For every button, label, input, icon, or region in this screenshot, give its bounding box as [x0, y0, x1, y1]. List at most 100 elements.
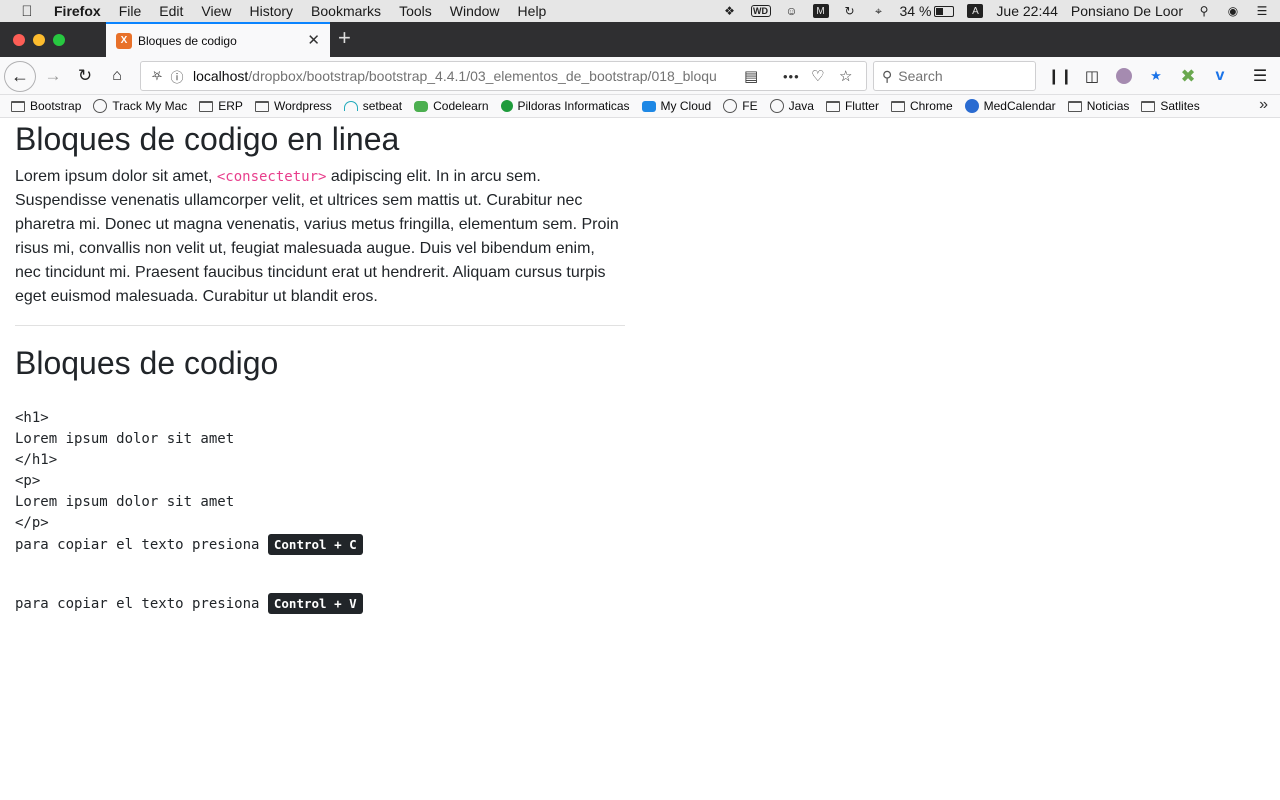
battery-percent: 34 %: [899, 3, 932, 19]
xmarks-extension-icon[interactable]: ✖: [1178, 57, 1198, 95]
back-button[interactable]: ←: [4, 61, 36, 92]
tracking-protection-icon[interactable]: ⛧: [149, 68, 165, 84]
translate-extension-icon[interactable]: ★: [1146, 57, 1166, 95]
code-line: Lorem ipsum dolor sit amet: [15, 494, 235, 510]
folder-icon: [11, 100, 25, 112]
menu-tools[interactable]: Tools: [399, 3, 432, 19]
paste-instruction: para copiar el texto presiona Control + …: [15, 593, 625, 615]
bookmark-label: MedCalendar: [983, 99, 1056, 113]
close-tab-icon[interactable]: ✕: [307, 31, 320, 49]
bookmark-flutter[interactable]: Flutter: [825, 99, 879, 113]
heading-code-blocks: Bloques de codigo: [15, 345, 279, 381]
search-input[interactable]: ⚲ Search: [873, 61, 1036, 91]
bookmark-star-icon[interactable]: ☆: [839, 62, 852, 90]
dropbox-icon[interactable]: ❖: [722, 4, 738, 18]
bookmark-wordpress[interactable]: Wordpress: [254, 99, 332, 113]
forward-button[interactable]: →: [42, 57, 64, 95]
med-icon: [964, 99, 979, 113]
pocket-icon[interactable]: ♡: [811, 62, 824, 90]
bookmark-satlites[interactable]: Satlites: [1141, 99, 1200, 113]
user-name[interactable]: Ponsiano De Loor: [1071, 3, 1183, 19]
url-bar[interactable]: ⛧ ⓘ localhost/dropbox/bootstrap/bootstra…: [140, 61, 867, 91]
close-window-button[interactable]: [13, 34, 25, 46]
divider: [15, 325, 625, 326]
bookmark-erp[interactable]: ERP: [199, 99, 243, 113]
reload-button[interactable]: ↻: [74, 57, 96, 95]
clock[interactable]: Jue 22:44: [996, 3, 1058, 19]
profile-avatar[interactable]: [1114, 57, 1134, 95]
globe-icon: [723, 99, 738, 113]
bookmarks-overflow-icon[interactable]: »: [1259, 96, 1268, 114]
minimize-window-button[interactable]: [33, 34, 45, 46]
url-text[interactable]: localhost/dropbox/bootstrap/bootstrap_4.…: [193, 68, 727, 84]
page-content: Bloques de codigo en linea Lorem ipsum d…: [15, 118, 625, 615]
wd-icon[interactable]: WD: [750, 5, 771, 17]
bookmark-chrome[interactable]: Chrome: [890, 99, 953, 113]
bookmark-my-cloud[interactable]: My Cloud: [641, 99, 712, 113]
code-line: <h1>: [15, 410, 49, 426]
bookmark-label: Pildoras Informaticas: [517, 99, 630, 113]
bookmark-java[interactable]: Java: [769, 99, 814, 113]
bookmark-label: Wordpress: [273, 99, 332, 113]
bookmark-label: Track My Mac: [112, 99, 188, 113]
menu-firefox[interactable]: Firefox: [54, 3, 101, 19]
bookmark-bootstrap[interactable]: Bootstrap: [11, 99, 81, 113]
spotlight-icon[interactable]: ⚲: [1196, 4, 1212, 18]
menu-help[interactable]: Help: [518, 3, 547, 19]
site-info-icon[interactable]: ⓘ: [169, 67, 185, 86]
code-line: </p>: [15, 515, 49, 531]
library-icon[interactable]: ❙❙: [1047, 57, 1072, 95]
menu-bookmarks[interactable]: Bookmarks: [311, 3, 381, 19]
reader-view-icon[interactable]: ▤: [744, 62, 758, 90]
gdot-icon: [500, 100, 513, 112]
bookmark-label: My Cloud: [660, 99, 712, 113]
home-button[interactable]: ⌂: [106, 57, 128, 95]
bookmark-label: Satlites: [1160, 99, 1200, 113]
bookmark-label: FE: [742, 99, 758, 113]
battery-indicator[interactable]: 34 %: [900, 3, 955, 19]
sidebar-icon[interactable]: ◫: [1082, 57, 1102, 95]
folder-icon: [1067, 100, 1082, 112]
menu-history[interactable]: History: [249, 3, 293, 19]
time-machine-icon[interactable]: ↻: [842, 4, 858, 18]
wifi-icon[interactable]: ⌖: [871, 4, 887, 18]
zoom-window-button[interactable]: [53, 34, 65, 46]
teal-icon: [343, 101, 358, 111]
folder-icon: [199, 100, 214, 112]
bookmark-label: Codelearn: [433, 99, 489, 113]
globe-icon: [93, 99, 108, 113]
menu-edit[interactable]: Edit: [159, 3, 183, 19]
notification-center-icon[interactable]: ☰: [1254, 4, 1270, 18]
m-app-icon[interactable]: M: [812, 4, 829, 18]
kbd-control-c: Control + C: [267, 534, 363, 555]
bookmark-label: Bootstrap: [30, 99, 82, 113]
folder-icon: [825, 100, 840, 112]
green-icon: [414, 100, 429, 112]
apple-menu-icon[interactable]: : [18, 3, 36, 20]
bookmark-fe[interactable]: FE: [723, 99, 758, 113]
ghost-icon[interactable]: ☺: [784, 4, 800, 18]
menu-view[interactable]: View: [201, 3, 231, 19]
bookmark-noticias[interactable]: Noticias: [1067, 99, 1129, 113]
siri-icon[interactable]: ◉: [1225, 4, 1241, 18]
new-tab-icon[interactable]: +: [338, 25, 351, 51]
bookmark-label: Java: [788, 99, 814, 113]
bookmark-track-my-mac[interactable]: Track My Mac: [93, 99, 187, 113]
page-actions-icon[interactable]: •••: [783, 62, 800, 90]
bookmark-pildoras-informaticas[interactable]: Pildoras Informaticas: [500, 99, 630, 113]
xampp-favicon-icon: X: [116, 32, 132, 49]
hamburger-menu-icon[interactable]: ☰: [1250, 57, 1270, 95]
code-line: </h1>: [15, 452, 58, 468]
bookmark-label: Flutter: [844, 99, 879, 113]
tab-bloques-de-codigo[interactable]: X Bloques de codigo ✕: [106, 22, 330, 57]
input-source-icon[interactable]: A: [967, 4, 984, 18]
vimeo-extension-icon[interactable]: v: [1210, 57, 1230, 95]
menu-file[interactable]: File: [119, 3, 142, 19]
folder-icon: [890, 100, 905, 112]
menu-window[interactable]: Window: [450, 3, 500, 19]
bookmark-setbeat[interactable]: setbeat: [343, 99, 402, 113]
bookmarks-toolbar: Bootstrap Track My Mac ERP Wordpress setbeat…: [0, 95, 1280, 118]
bookmark-codelearn[interactable]: Codelearn: [414, 99, 489, 113]
tab-strip: X Bloques de codigo ✕ +: [0, 22, 1280, 57]
bookmark-medcalendar[interactable]: MedCalendar: [964, 99, 1056, 113]
